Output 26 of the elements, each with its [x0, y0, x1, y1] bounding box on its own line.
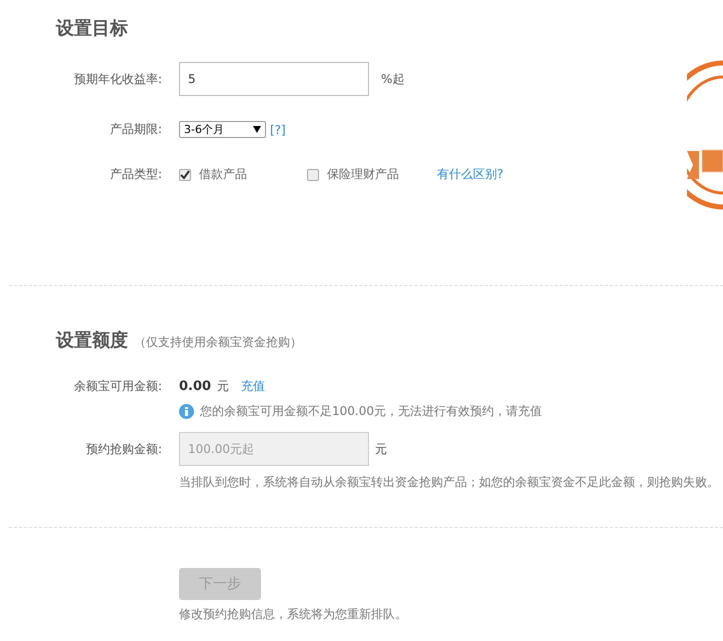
checkbox[interactable]: [307, 168, 319, 180]
term-select[interactable]: 3-6个月: [179, 121, 266, 138]
field-label: 产品类型:: [108, 166, 163, 183]
unit-label: 元: [375, 440, 387, 458]
balance-amount: 0.00: [179, 379, 212, 394]
section-title: 设置目标: [56, 17, 128, 40]
unit-label: 元: [217, 378, 230, 395]
help-link[interactable]: [?]: [270, 122, 286, 136]
yield-input[interactable]: 5: [179, 62, 369, 96]
notice-text: 您的余额宝可用金额不足100.00元，无法进行有效预约，请充值: [200, 403, 542, 420]
caret-icon: [253, 126, 261, 133]
option-label: 借款产品: [199, 166, 247, 183]
unit-label: %起: [381, 70, 404, 88]
info-icon: [179, 404, 194, 419]
field-label: 预约抢购金额:: [84, 440, 163, 458]
section-title: 设置额度: [56, 329, 128, 352]
recharge-link[interactable]: 充值: [241, 378, 266, 395]
option-label: 保险理财产品: [327, 166, 399, 183]
hint-text: 当排队到您时，系统将自动从余额宝转出资金抢购产品；如您的余额宝资金不足此金额，则抢购失败。: [179, 474, 719, 491]
checkbox[interactable]: [179, 168, 191, 180]
field-label: 预期年化收益率:: [72, 70, 163, 88]
section-subtitle: （仅支持使用余额宝资金抢购）: [134, 334, 302, 351]
difference-link[interactable]: 有什么区别?: [437, 166, 504, 183]
note-text: 修改预约抢购信息，系统将为您重新排队。: [179, 606, 407, 623]
field-label: 产品期限:: [108, 121, 163, 138]
field-label: 余额宝可用金额:: [72, 378, 163, 395]
